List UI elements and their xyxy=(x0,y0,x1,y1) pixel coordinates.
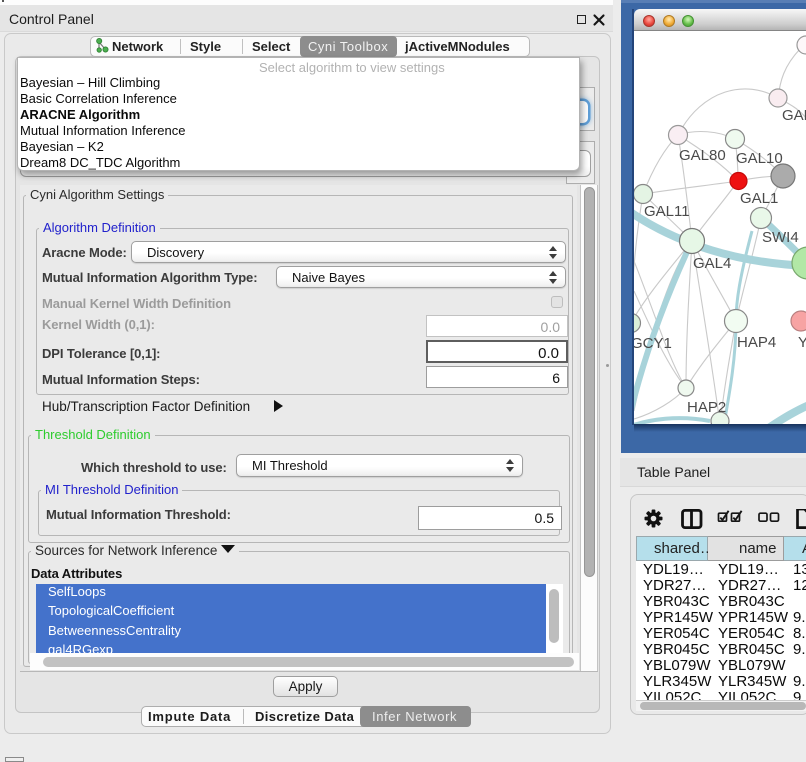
svg-text:GAL80: GAL80 xyxy=(679,147,726,164)
svg-text:SWI4: SWI4 xyxy=(762,229,799,246)
svg-text:YJL15: YJL15 xyxy=(798,334,806,351)
svg-text:GAL1: GAL1 xyxy=(740,190,778,207)
svg-text:GCY1: GCY1 xyxy=(634,335,672,352)
svg-text:GAL4: GAL4 xyxy=(693,255,731,272)
svg-text:GAL10: GAL10 xyxy=(736,150,783,167)
svg-text:HAP4: HAP4 xyxy=(737,334,776,351)
svg-text:HAP2: HAP2 xyxy=(687,399,726,416)
svg-text:GAL2: GAL2 xyxy=(782,107,806,124)
svg-text:GAL11: GAL11 xyxy=(644,203,690,220)
